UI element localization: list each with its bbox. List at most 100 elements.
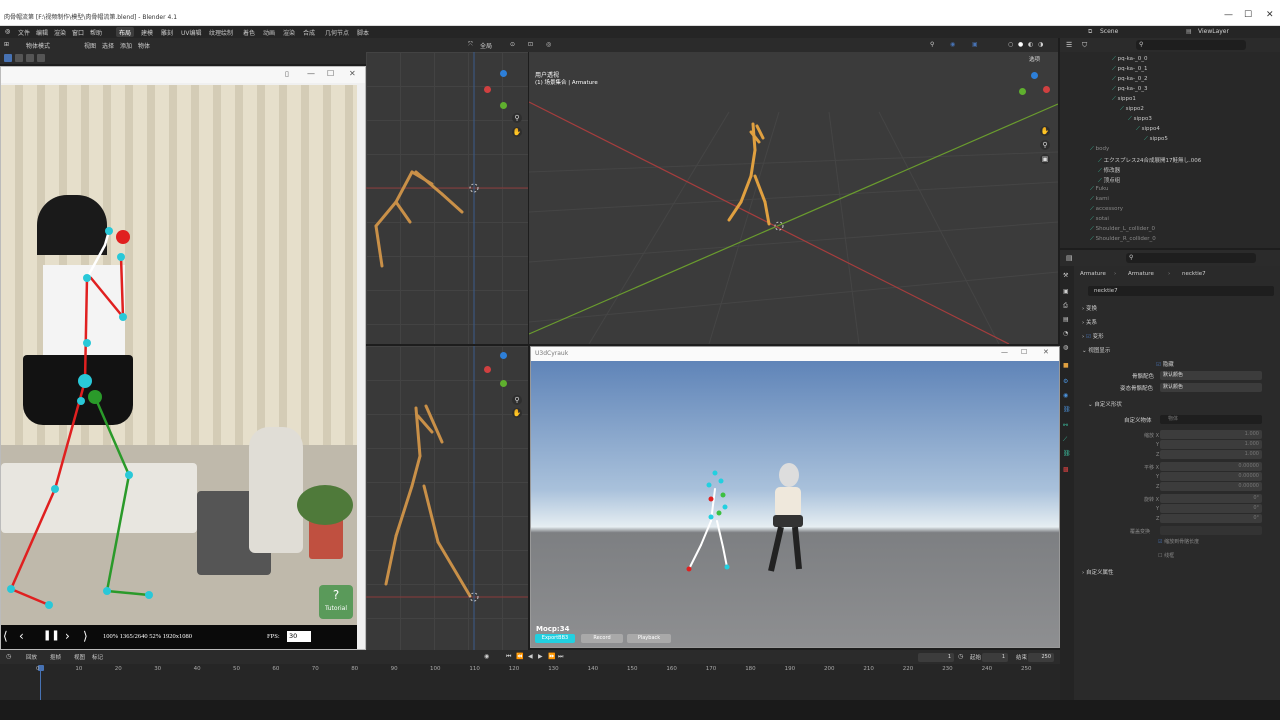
tab-constraints-icon[interactable]: ⛓: [1063, 406, 1071, 413]
proportional-icon[interactable]: ◎: [546, 41, 551, 48]
gizmo-bl-z-icon[interactable]: [500, 352, 507, 359]
jump-start-icon[interactable]: ⏮: [506, 653, 511, 661]
tab-bone-constraint-icon[interactable]: ⛓: [1063, 450, 1071, 457]
maximize-button[interactable]: ☐: [1244, 10, 1252, 20]
play-icon[interactable]: ▶: [538, 653, 543, 660]
tab-modifiers-icon[interactable]: ⚙: [1063, 378, 1068, 385]
outliner-row[interactable]: ⟋ body: [1090, 146, 1109, 156]
first-frame-icon[interactable]: ⟨: [3, 629, 8, 643]
panel-transform[interactable]: › 变换: [1082, 304, 1097, 312]
outliner-search-input[interactable]: ⚲: [1136, 40, 1246, 50]
tab-texture-icon[interactable]: ▩: [1063, 466, 1069, 473]
fps-input[interactable]: 30: [287, 631, 311, 642]
jump-key-next-icon[interactable]: ⏩: [548, 653, 555, 660]
panel-custom-shape[interactable]: ⌄ 自定义形状: [1088, 400, 1122, 408]
rotate-y-field[interactable]: 0°: [1160, 504, 1262, 513]
panel-viewport-display[interactable]: ⌄ 视图显示: [1082, 346, 1110, 354]
playback-button[interactable]: Playback: [627, 634, 671, 643]
tab-animation[interactable]: 动画: [260, 27, 278, 37]
outliner-row[interactable]: ⟋ 顶点组: [1098, 176, 1120, 186]
tab-sculpting[interactable]: 雕刻: [158, 27, 176, 37]
next-frame-icon[interactable]: ›: [65, 629, 70, 643]
bone-color-select[interactable]: 默认颜色: [1160, 371, 1262, 380]
scale-x-field[interactable]: 1.000: [1160, 430, 1262, 439]
bl-pan-icon[interactable]: ✋: [512, 408, 522, 418]
wireframe-checkbox[interactable]: ☐ 线框: [1158, 552, 1174, 559]
bone-name-field[interactable]: necktie7: [1088, 286, 1274, 296]
shading-wireframe-icon[interactable]: ○: [1008, 41, 1013, 48]
tab-scripting[interactable]: 脚本: [354, 27, 372, 37]
timeline-menu-playback[interactable]: 回放: [26, 653, 37, 661]
panel-relations[interactable]: › 关系: [1082, 318, 1097, 326]
outliner-row[interactable]: ⟋ Shoulder_L_collider_0: [1090, 226, 1155, 236]
menu-view[interactable]: 视图: [84, 41, 96, 50]
tab-data-icon[interactable]: ⚯: [1063, 422, 1068, 429]
translate-x-field[interactable]: 0.00000: [1160, 462, 1262, 471]
select-mode-subtract-icon[interactable]: [37, 54, 45, 62]
pose-color-select[interactable]: 默认颜色: [1160, 383, 1262, 392]
properties-search-input[interactable]: ⚲: [1126, 253, 1256, 263]
jump-end-icon[interactable]: ⏭: [558, 653, 563, 661]
record-button[interactable]: Record: [581, 634, 623, 643]
panel-custom-props[interactable]: › 自定义属性: [1082, 568, 1113, 576]
editor-type-icon[interactable]: ⊞: [4, 41, 9, 48]
scale-z-field[interactable]: 1.000: [1160, 450, 1262, 459]
outliner-row[interactable]: ⟋ Fuku: [1090, 186, 1108, 196]
end-frame-field[interactable]: 250: [1028, 653, 1054, 662]
tab-uv-editing[interactable]: UV编辑: [178, 27, 205, 37]
shading-material-icon[interactable]: ◐: [1028, 41, 1033, 48]
select-mode-extend-icon[interactable]: [26, 54, 34, 62]
outliner-row[interactable]: ⟋ pq-ka-_0_2: [1112, 76, 1148, 86]
gizmo-y-icon[interactable]: [1019, 88, 1026, 95]
orientation-selector[interactable]: 全局: [480, 41, 492, 50]
hide-checkbox[interactable]: ☑ 隐藏: [1156, 360, 1174, 368]
start-frame-field[interactable]: 1: [982, 653, 1008, 662]
blender-logo-icon[interactable]: ◎: [5, 28, 10, 35]
rotate-x-field[interactable]: 0°: [1160, 494, 1262, 503]
menu-object[interactable]: 物体: [138, 41, 150, 50]
gizmo-bl-y-icon[interactable]: [500, 380, 507, 387]
tab-layout[interactable]: 布局: [116, 27, 135, 37]
close-button[interactable]: ✕: [1266, 10, 1274, 20]
menu-render[interactable]: 渲染: [54, 28, 66, 37]
xray-icon[interactable]: ▣: [972, 41, 978, 48]
pan-hand-icon[interactable]: ✋: [1040, 126, 1050, 136]
tab-modeling[interactable]: 建模: [138, 27, 156, 37]
jump-key-prev-icon[interactable]: ⏪: [516, 653, 523, 660]
gizmo-x-icon[interactable]: [1043, 86, 1050, 93]
tab-render-icon[interactable]: ▣: [1063, 288, 1069, 295]
outliner-filter-icon[interactable]: ⛉: [1082, 41, 1087, 50]
tab-geometry-nodes[interactable]: 几何节点: [322, 27, 352, 37]
tab-rendering[interactable]: 渲染: [280, 27, 298, 37]
unity-close-button[interactable]: ✕: [1043, 348, 1049, 356]
outliner-editor-icon[interactable]: ☰: [1066, 41, 1072, 49]
translate-y-field[interactable]: 0.00000: [1160, 472, 1262, 481]
timeline-menu-view[interactable]: 视图: [74, 653, 85, 661]
menu-add[interactable]: 添加: [120, 41, 132, 50]
tab-shading[interactable]: 着色: [240, 27, 258, 37]
outliner-row[interactable]: ⟋ sippo2: [1120, 106, 1144, 116]
gizmo-tl-x-icon[interactable]: [484, 86, 491, 93]
tutorial-button[interactable]: ? Tutorial: [319, 585, 353, 619]
tab-compositing[interactable]: 合成: [300, 27, 318, 37]
outliner-row[interactable]: ⟋ sippo3: [1128, 116, 1152, 126]
unity-maximize-button[interactable]: ☐: [1021, 348, 1027, 356]
mocap-close-button[interactable]: ✕: [349, 69, 356, 78]
export-button[interactable]: ExportBB3: [535, 634, 575, 643]
outliner-row[interactable]: ⟋ pq-ka-_0_0: [1112, 56, 1148, 66]
preview-range-icon[interactable]: ◷: [958, 653, 963, 660]
mocap-pin-icon[interactable]: ▯: [285, 70, 289, 78]
mocap-maximize-button[interactable]: ☐: [327, 69, 334, 78]
tab-texture-paint[interactable]: 纹理绘制: [206, 27, 236, 37]
shading-solid-icon[interactable]: ●: [1018, 41, 1023, 48]
tl-pan-icon[interactable]: ✋: [512, 127, 522, 137]
pivot-icon[interactable]: ⊙: [510, 41, 515, 48]
panel-deform[interactable]: › ☑ 变形: [1082, 332, 1104, 340]
outliner-row[interactable]: ⟋ sotai: [1090, 216, 1109, 226]
timeline-menu-marker[interactable]: 标记: [92, 653, 103, 661]
view-object-types-icon[interactable]: ⚲: [930, 41, 934, 48]
outliner-row[interactable]: ⟋ 修改器: [1098, 166, 1120, 176]
options-menu[interactable]: 选项: [1029, 55, 1040, 63]
scale-y-field[interactable]: 1.000: [1160, 440, 1262, 449]
minimize-button[interactable]: —: [1224, 10, 1233, 20]
